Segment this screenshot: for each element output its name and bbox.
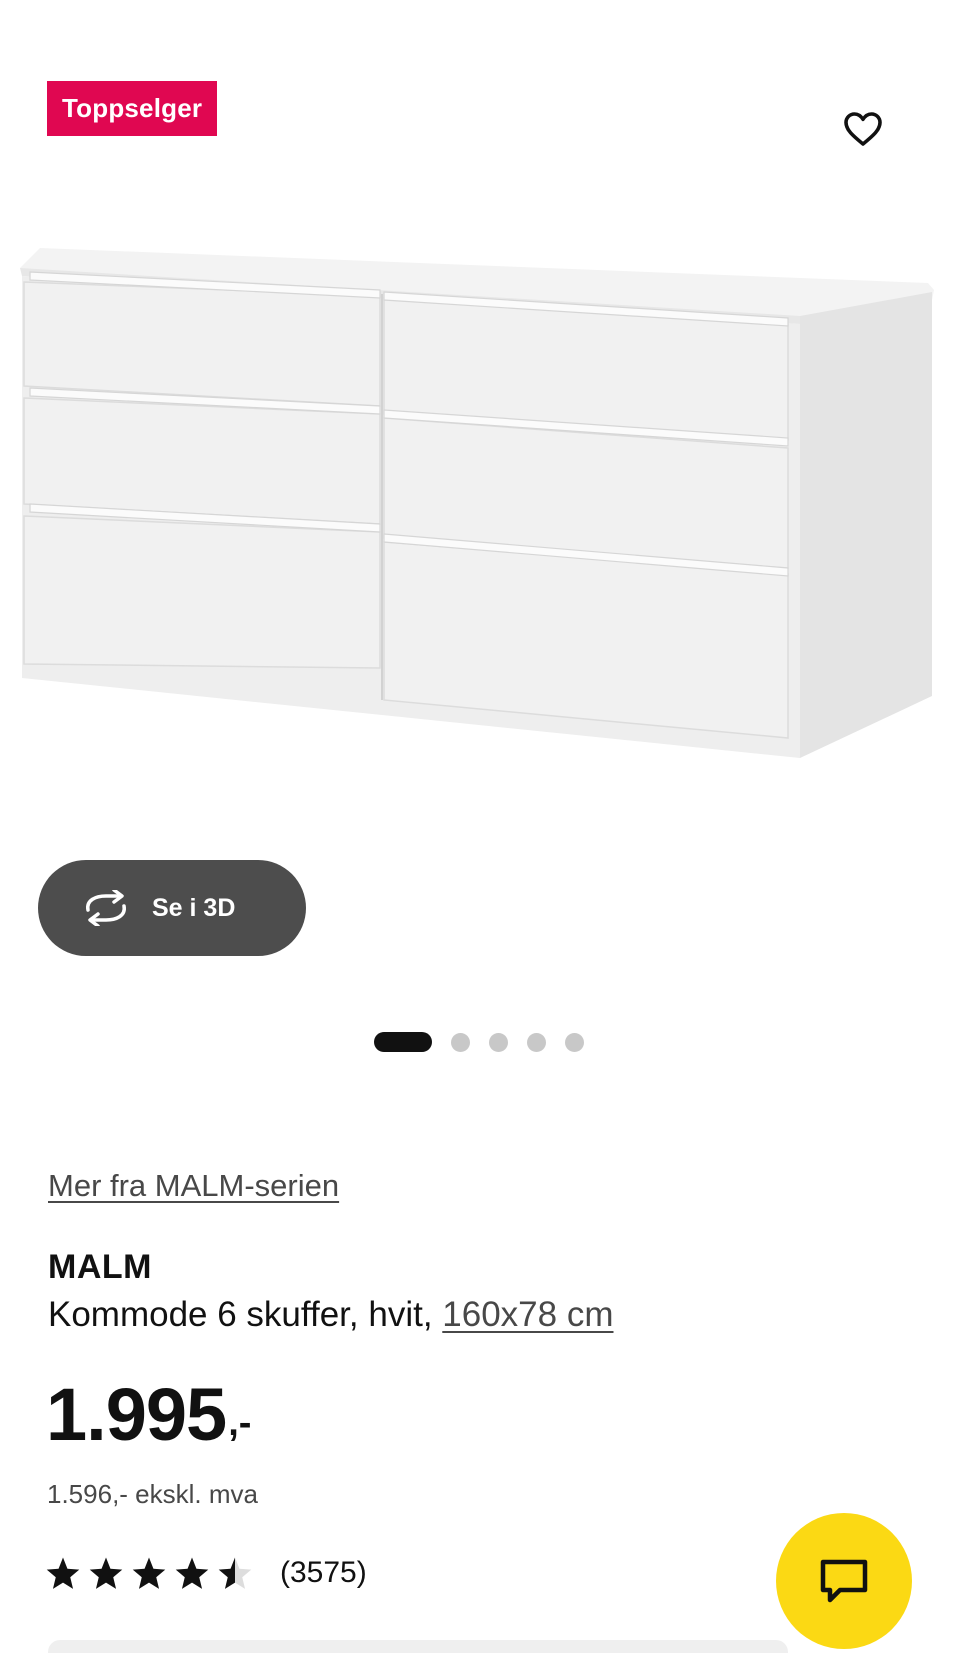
carousel-dot[interactable]: [489, 1032, 508, 1052]
carousel-dot[interactable]: [565, 1032, 584, 1052]
price-suffix: ,-: [228, 1402, 252, 1444]
size-link[interactable]: 160x78 cm: [442, 1295, 613, 1334]
rotate-arrows-icon: [86, 890, 126, 926]
carousel-dot[interactable]: [527, 1032, 546, 1052]
product-hero: Toppselger Se i 3D: [0, 0, 960, 1052]
carousel-dot-active[interactable]: [374, 1032, 432, 1052]
star-rating: [45, 1556, 260, 1590]
image-carousel-indicator: [374, 1031, 603, 1053]
product-name: MALM: [48, 1248, 152, 1286]
product-description: Kommode 6 skuffer, hvit, 160x78 cm: [48, 1295, 614, 1335]
chat-button[interactable]: [776, 1513, 912, 1649]
star-full-icon: [46, 1557, 80, 1589]
bestseller-badge: Toppselger: [47, 81, 218, 136]
bottom-panel: [48, 1640, 788, 1653]
star-full-icon: [89, 1557, 123, 1589]
view-in-3d-label: Se i 3D: [152, 894, 236, 922]
product-description-text: Kommode 6 skuffer, hvit,: [48, 1295, 433, 1334]
chat-bubble-icon: [820, 1559, 868, 1603]
star-half-icon: [218, 1557, 252, 1589]
star-full-icon: [132, 1557, 166, 1589]
heart-outline-icon: [844, 112, 882, 146]
view-in-3d-button[interactable]: Se i 3D: [38, 860, 306, 956]
carousel-dot[interactable]: [451, 1032, 470, 1052]
favorite-button[interactable]: [838, 104, 888, 154]
series-link[interactable]: Mer fra MALM-serien: [48, 1168, 339, 1204]
price-excluding-vat: 1.596,- ekskl. mva: [47, 1479, 258, 1509]
rating-count: (3575): [280, 1556, 367, 1589]
price: 1.995 ,-: [46, 1378, 251, 1452]
product-image: [20, 248, 934, 758]
price-integer: 1.995: [46, 1373, 227, 1456]
star-full-icon: [175, 1557, 209, 1589]
rating[interactable]: (3575): [45, 1553, 367, 1593]
